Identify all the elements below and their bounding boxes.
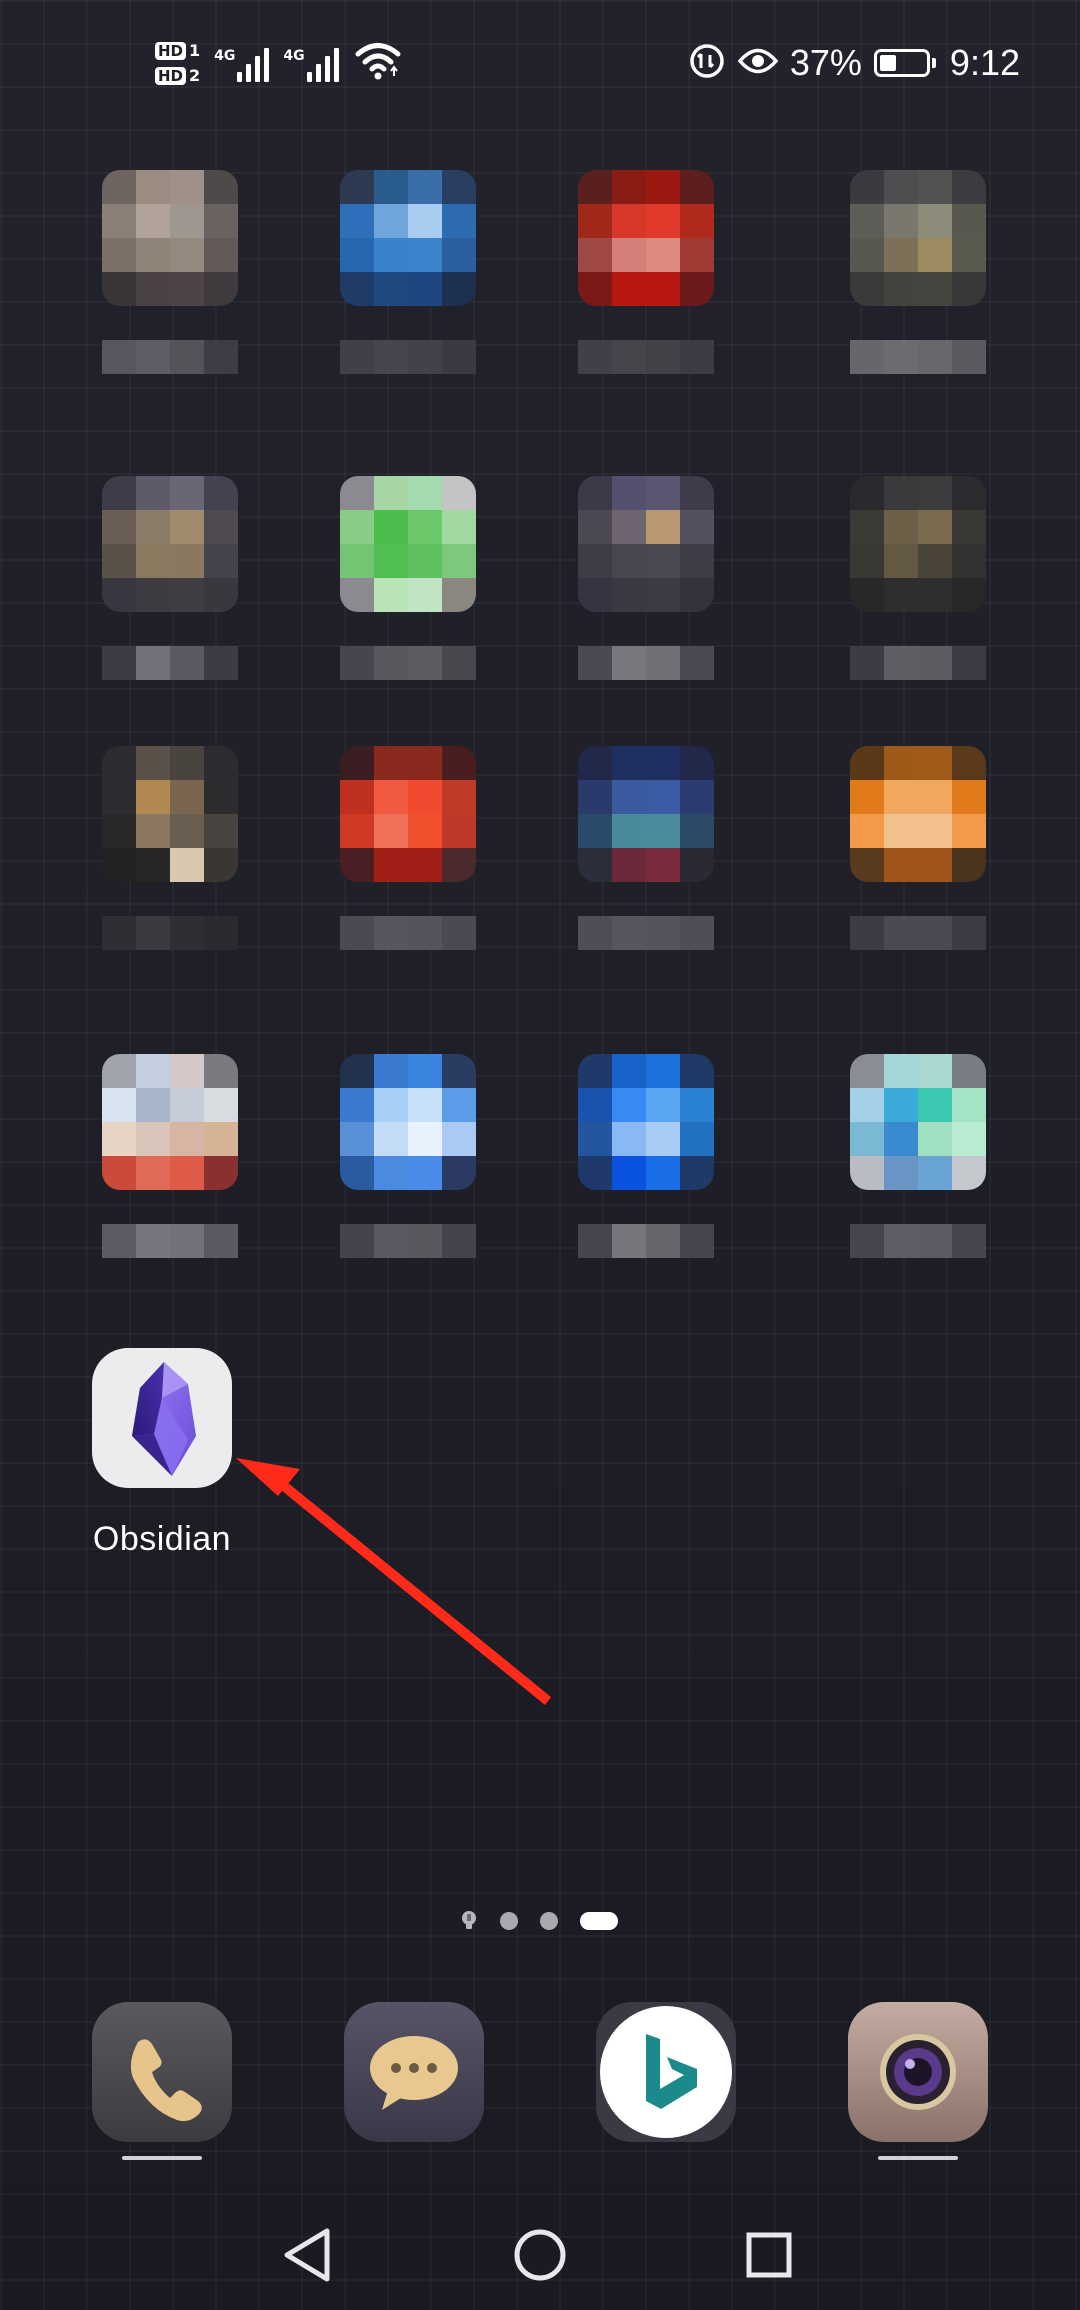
pixelated-app-icon[interactable] [578,1054,714,1190]
obscured-app-r2c4[interactable] [850,476,986,696]
status-left-cluster: HD 1 HD 2 4G 4G [155,28,401,98]
obscured-app-r2c3[interactable] [578,476,714,696]
dock-running-indicator-camera [878,2156,958,2160]
back-triangle-icon [284,2228,330,2282]
recents-square-icon [746,2232,792,2278]
pixelated-app-icon[interactable] [340,746,476,882]
pixelated-app-icon[interactable] [340,476,476,612]
obscured-app-r3c3[interactable] [578,746,714,966]
lightbulb-search-icon[interactable] [460,1911,478,1930]
dock-app-phone[interactable] [92,2002,232,2142]
pixelated-app-icon[interactable] [578,746,714,882]
pixelated-app-icon[interactable] [850,170,986,306]
pixelated-app-label[interactable] [102,340,238,374]
obscured-app-r1c1[interactable] [102,170,238,390]
nav-recents-button[interactable] [734,2220,804,2290]
pixelated-app-label[interactable] [102,916,238,950]
pixelated-app-label[interactable] [578,1224,714,1258]
pixelated-app-label[interactable] [850,1224,986,1258]
status-bar: HD 1 HD 2 4G 4G 37% 9:12 [0,0,1080,120]
pixelated-app-label[interactable] [340,340,476,374]
obscured-app-r4c1[interactable] [102,1054,238,1274]
page-dot-2[interactable] [500,1912,518,1930]
hd-sim1-icon: HD 1 [155,41,200,60]
message-bubble-icon [370,2036,458,2110]
battery-fill [879,55,896,71]
status-right-cluster: 37% 9:12 [688,34,1020,92]
nav-back-button[interactable] [272,2220,342,2290]
bing-icon [600,2006,732,2138]
pixelated-app-icon[interactable] [850,1054,986,1190]
obscured-app-r2c1[interactable] [102,476,238,696]
obscured-app-r3c1[interactable] [102,746,238,966]
pixelated-app-icon[interactable] [102,476,238,612]
pixelated-app-icon[interactable] [102,170,238,306]
hd-badge: HD [155,66,187,85]
wifi-icon [355,41,401,86]
pixelated-app-label[interactable] [102,1224,238,1258]
pixelated-app-label[interactable] [850,916,986,950]
pixelated-app-label[interactable] [850,646,986,680]
pixelated-app-icon[interactable] [102,746,238,882]
home-circle-icon [514,2229,566,2281]
signal-sim2-icon: 4G [283,44,339,82]
pixelated-app-icon[interactable] [340,1054,476,1190]
battery-percent: 37% [789,42,862,83]
signal-sim1-icon: 4G [214,44,270,82]
obscured-app-r3c2[interactable] [340,746,476,966]
pixelated-app-label[interactable] [578,916,714,950]
clock: 9:12 [949,42,1020,83]
obsidian-crystal-icon[interactable] [92,1348,232,1488]
pixelated-app-icon[interactable] [850,476,986,612]
pixelated-app-icon[interactable] [340,170,476,306]
sim-slot-label: 2 [189,66,201,85]
dock-app-messages[interactable] [344,2002,484,2142]
pixelated-app-icon[interactable] [102,1054,238,1190]
nav-home-button[interactable] [505,2220,575,2290]
dock-running-indicator-phone [122,2156,202,2160]
obscured-app-r1c4[interactable] [850,170,986,390]
obscured-app-r3c4[interactable] [850,746,986,966]
pixelated-app-label[interactable] [340,646,476,680]
pixelated-app-label[interactable] [102,646,238,680]
pixelated-app-label[interactable] [340,916,476,950]
network-type-label: 4G [214,48,236,64]
eye-comfort-icon [737,46,779,81]
navigation-bar [0,2200,1080,2310]
pixelated-app-label[interactable] [850,340,986,374]
data-saver-icon [688,42,726,85]
pixelated-app-icon[interactable] [850,746,986,882]
obscured-app-r4c4[interactable] [850,1054,986,1274]
page-dot-active[interactable] [580,1912,618,1930]
dock-app-bing[interactable] [596,2002,736,2142]
page-indicator[interactable] [460,1908,630,1934]
network-type-label: 4G [283,48,305,64]
hd-sim2-icon: HD 2 [155,66,200,85]
camera-lens-icon [880,2034,956,2110]
obscured-app-r1c3[interactable] [578,170,714,390]
phone-icon [130,2039,202,2122]
pixelated-app-label[interactable] [578,340,714,374]
app-label-obsidian[interactable]: Obsidian [80,1520,244,1559]
hd-sim-stack: HD 1 HD 2 [155,41,200,85]
hd-badge: HD [155,41,187,60]
sim-slot-label: 1 [189,41,201,60]
pixelated-app-label[interactable] [340,1224,476,1258]
pixelated-app-label[interactable] [578,646,714,680]
obscured-app-r1c2[interactable] [340,170,476,390]
obscured-app-r4c2[interactable] [340,1054,476,1274]
obscured-app-r2c2[interactable] [340,476,476,696]
pixelated-app-icon[interactable] [578,170,714,306]
page-dot-3[interactable] [540,1912,558,1930]
pixelated-app-icon[interactable] [578,476,714,612]
dock-app-camera[interactable] [848,2002,988,2142]
obscured-app-r4c3[interactable] [578,1054,714,1274]
battery-icon [873,49,936,77]
